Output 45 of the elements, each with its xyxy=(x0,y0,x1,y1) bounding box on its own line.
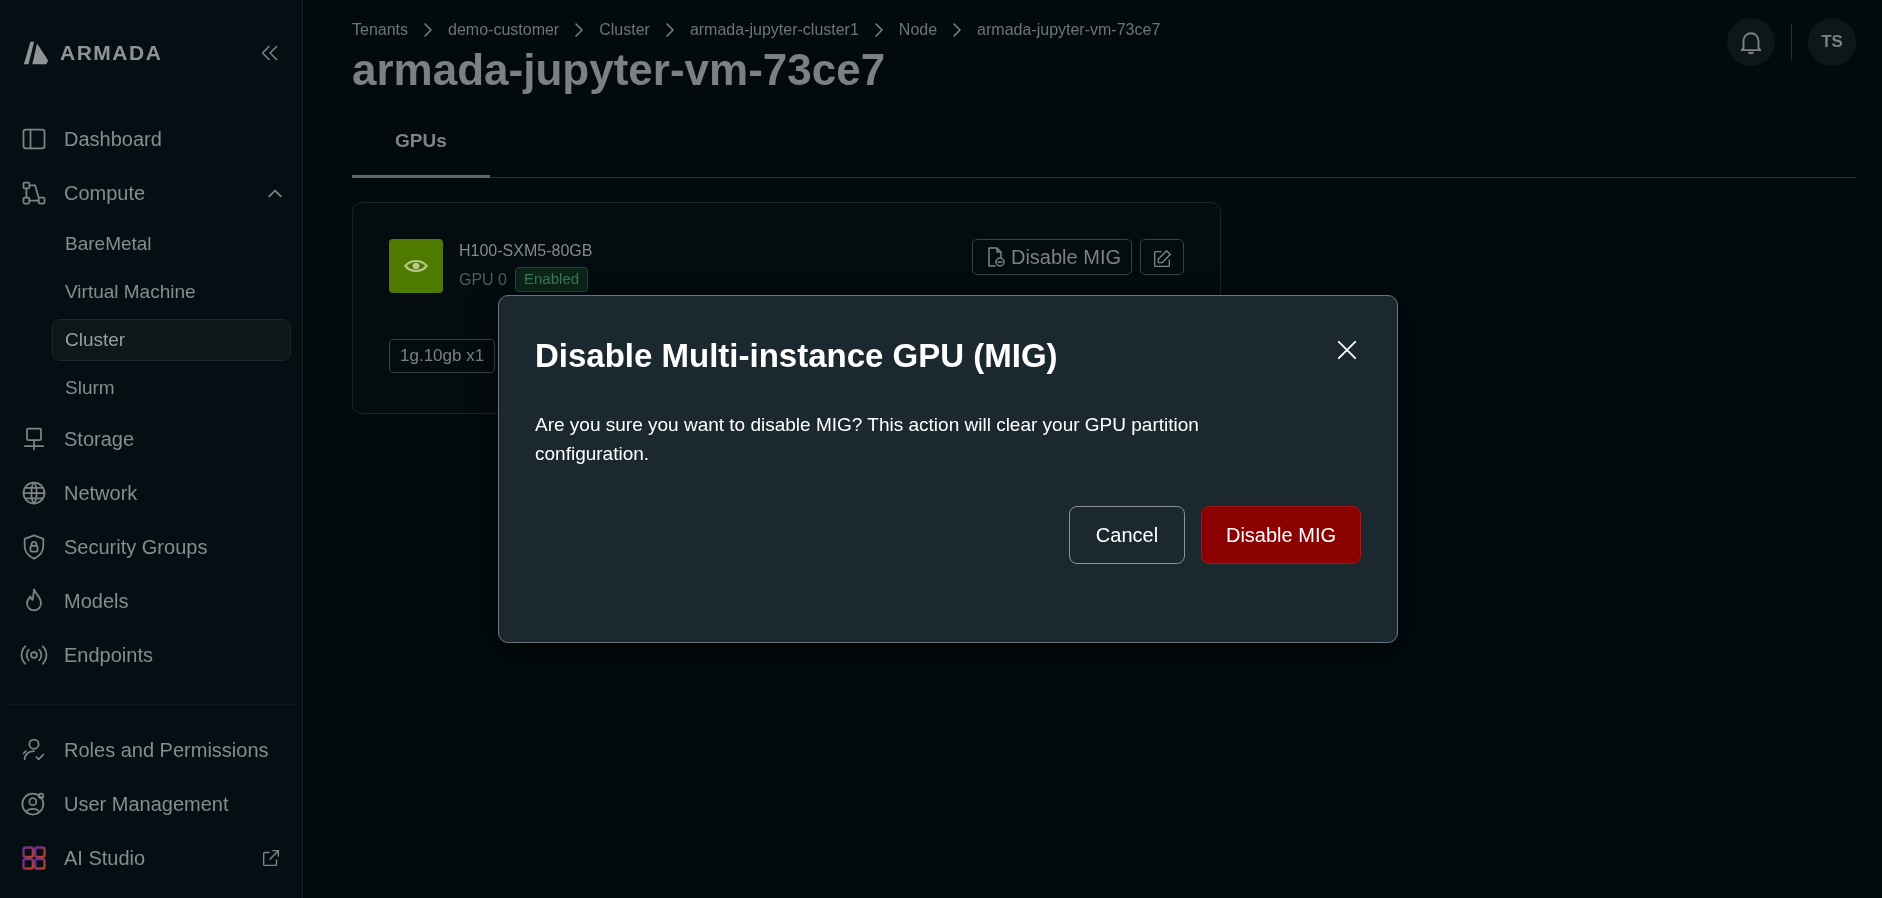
app-grid-icon xyxy=(20,844,48,872)
sidebar-subitem[interactable]: Slurm xyxy=(52,367,291,409)
sidebar-subitem[interactable]: Virtual Machine xyxy=(52,271,291,313)
breadcrumb-link[interactable]: Tenants xyxy=(352,18,409,42)
chevron-right-icon xyxy=(424,23,433,37)
sidebar-subitem[interactable]: BareMetal xyxy=(52,223,291,265)
sidebar-item[interactable]: Compute xyxy=(0,166,302,220)
gpu-index: GPU 0 xyxy=(459,269,507,290)
sidebar-item[interactable]: Endpoints xyxy=(0,628,302,682)
breadcrumb-link[interactable]: armada-jupyter-cluster1 xyxy=(689,18,859,42)
sidebar-item[interactable]: Security Groups xyxy=(0,520,302,574)
sidebar-item[interactable]: Models xyxy=(0,574,302,628)
confirm-button[interactable]: Disable MIG xyxy=(1200,506,1361,565)
dialog-message: Are you sure you want to disable MIG? This action will clear your GPU partition configuration. xyxy=(535,412,1200,467)
sidebar-item[interactable]: AI Studio xyxy=(0,831,302,885)
breadcrumb-link[interactable]: Node xyxy=(898,18,938,42)
chevron-right-icon xyxy=(953,23,962,37)
gpu-model: H100-SXM5-80GB xyxy=(459,241,593,262)
sidebar-item[interactable]: Storage xyxy=(0,412,302,466)
edit-button[interactable] xyxy=(1140,239,1184,276)
external-link-icon xyxy=(260,847,282,869)
sidebar-item[interactable]: User Management xyxy=(0,777,302,831)
sidebar-subitem[interactable]: Cluster xyxy=(52,319,291,361)
sidebar-item[interactable]: Dashboard xyxy=(0,112,302,166)
chevron-right-icon xyxy=(874,23,883,37)
breadcrumb-link[interactable]: demo-customer xyxy=(448,18,560,42)
breadcrumb-link[interactable]: armada-jupyter-vm-73ce7 xyxy=(977,18,1161,42)
page-title: armada-jupyter-vm-73ce7 xyxy=(352,44,887,96)
partition-tag: 1g.10gb x1 xyxy=(389,339,496,373)
disable-mig-button[interactable]: Disable MIG xyxy=(971,239,1132,276)
logo-text: ARMADA xyxy=(60,40,163,67)
breadcrumb-link[interactable]: Cluster xyxy=(599,18,650,42)
sidebar-item[interactable]: Network xyxy=(0,466,302,520)
globe-icon xyxy=(20,479,48,507)
sidebar-item[interactable]: Roles and Permissions xyxy=(0,723,302,777)
nodes-icon xyxy=(20,179,48,207)
chevron-up-icon xyxy=(268,188,282,198)
notifications-button[interactable] xyxy=(1727,18,1775,66)
dialog-title: Disable Multi-instance GPU (MIG) xyxy=(535,336,1058,376)
user-avatar[interactable]: TS xyxy=(1808,18,1856,66)
chevron-right-icon xyxy=(665,23,674,37)
cancel-button[interactable]: Cancel xyxy=(1068,506,1185,565)
chevron-right-icon xyxy=(575,23,584,37)
status-badge: Enabled xyxy=(515,267,589,292)
tab[interactable]: GPUs xyxy=(352,110,490,179)
